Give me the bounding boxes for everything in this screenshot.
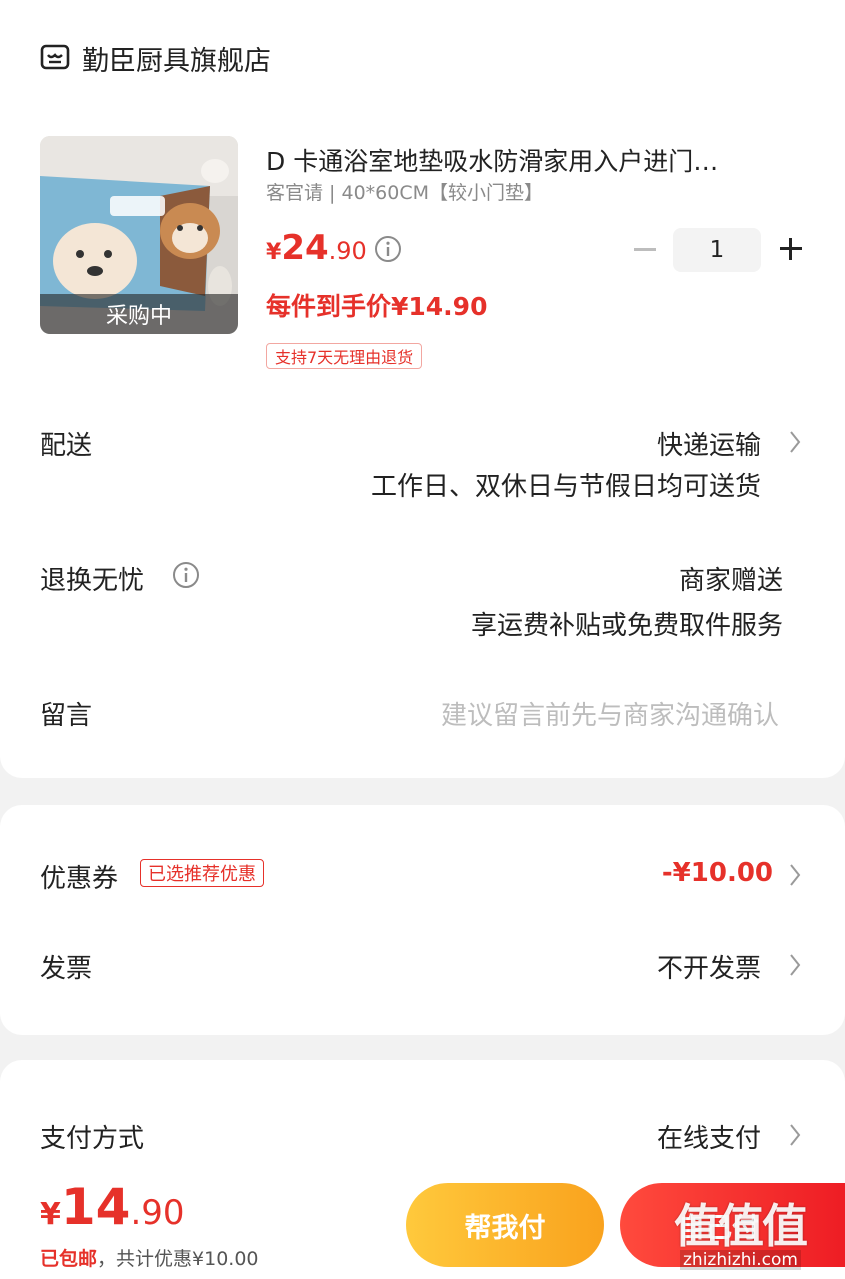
returns-info-icon[interactable] <box>172 561 200 589</box>
returns-provider: 商家赠送 <box>678 566 783 596</box>
price-integer: 24 <box>281 228 329 268</box>
product-sku[interactable]: 客官请 | 40*60CM【较小门垫】 <box>266 178 543 205</box>
product-price: ¥ 24 .90 <box>266 228 367 268</box>
delivery-schedule: 工作日、双休日与节假日均可送货 <box>370 472 761 502</box>
returns-label: 退换无忧 <box>40 566 145 596</box>
store-header[interactable]: 勤臣厨具旗舰店 <box>40 38 271 78</box>
price-decimal: .90 <box>328 237 367 265</box>
store-icon <box>40 44 70 70</box>
returns-detail: 享运费补贴或免费取件服务 <box>470 611 783 641</box>
order-item-card <box>0 0 845 778</box>
total-decimal: .90 <box>130 1193 185 1233</box>
chevron-right-icon[interactable] <box>788 862 802 888</box>
coupon-selected-tag: 已选推荐优惠 <box>140 859 264 887</box>
message-label: 留言 <box>40 701 93 731</box>
invoice-value[interactable]: 不开发票 <box>657 948 761 985</box>
quantity-field[interactable]: 1 <box>673 228 761 272</box>
final-unit-price: 每件到手价¥14.90 <box>266 292 488 321</box>
watermark-logo: 值值值 <box>674 1199 808 1253</box>
chevron-right-icon[interactable] <box>788 952 802 978</box>
delivery-label: 配送 <box>40 431 93 461</box>
chevron-right-icon[interactable] <box>788 1122 802 1148</box>
payment-method-label: 支付方式 <box>40 1124 145 1154</box>
total-price: ¥ 14 .90 <box>40 1178 185 1236</box>
site-watermark: 值值值 zhizhizhi.com <box>670 1190 845 1279</box>
price-symbol: ¥ <box>266 240 282 265</box>
product-thumbnail[interactable]: 采购中 <box>40 136 238 334</box>
delivery-method[interactable]: 快递运输 <box>657 425 761 462</box>
return-policy-tag: 支持7天无理由退货 <box>266 343 423 369</box>
discount-summary-text: ，共计优惠¥10.00 <box>97 1248 259 1270</box>
help-me-pay-button[interactable]: 帮我付 <box>406 1183 604 1267</box>
purchasing-badge: 采购中 <box>40 294 238 334</box>
watermark-url: zhizhizhi.com <box>680 1250 801 1270</box>
chevron-right-icon[interactable] <box>788 429 802 455</box>
free-shipping-text: 已包邮 <box>40 1248 98 1270</box>
price-info-icon[interactable] <box>374 235 402 263</box>
total-integer: 14 <box>60 1178 131 1236</box>
quantity-decrease-button[interactable] <box>630 234 660 264</box>
coupon-label: 优惠券 <box>40 864 119 894</box>
total-symbol: ¥ <box>40 1197 61 1232</box>
store-name: 勤臣厨具旗舰店 <box>82 45 271 77</box>
product-title[interactable]: D 卡通浴室地垫吸水防滑家用入户进门… <box>266 142 786 178</box>
coupon-amount[interactable]: -¥10.00 <box>662 858 773 888</box>
discount-invoice-card <box>0 805 845 1035</box>
payment-method-value[interactable]: 在线支付 <box>657 1118 761 1155</box>
quantity-increase-button[interactable] <box>776 234 806 264</box>
message-input[interactable]: 建议留言前先与商家沟通确认 <box>441 695 779 732</box>
shipping-discount-summary[interactable]: 已包邮，共计优惠¥10.00 <box>40 1244 259 1271</box>
invoice-label: 发票 <box>40 954 93 984</box>
minus-icon <box>634 247 656 251</box>
